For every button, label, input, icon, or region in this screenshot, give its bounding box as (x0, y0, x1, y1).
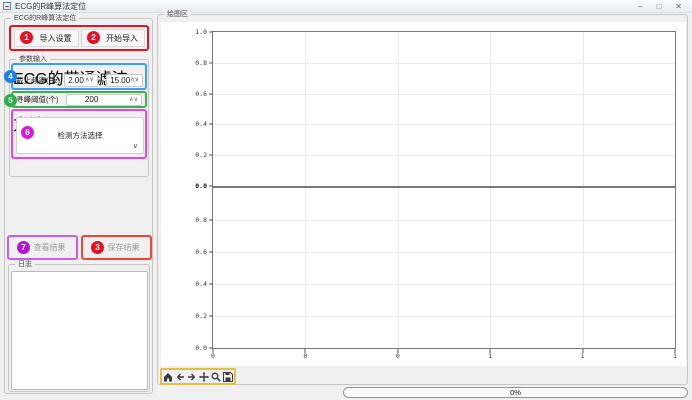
subplot-bottom[interactable]: 0.80.60.40.20.0000111 (212, 187, 676, 349)
x-tick-label: 0 (211, 352, 215, 360)
badge-6: 6 (21, 126, 34, 139)
import-annotation-box: 导入设置 开始导入 1 2 (9, 25, 149, 51)
peak-threshold-spinbox[interactable]: 200 ∧∨ (66, 94, 143, 106)
cutoff-high-value: 15.00 (110, 76, 130, 85)
method-annotation-box: 方法设置 检测方法选择 ∨ 6 (11, 109, 147, 159)
spinner-arrows-icon[interactable]: ∧∨ (85, 77, 94, 83)
y-tick-label: 1.0 (195, 28, 207, 36)
app-icon (3, 2, 11, 10)
x-tick-label: 1 (581, 352, 585, 360)
minimize-button[interactable]: – (638, 2, 642, 11)
gridline (213, 63, 675, 64)
cutoff-high-spinbox[interactable]: 15.00 ∧∨ (106, 74, 143, 87)
y-tick-label: 0.8 (195, 59, 207, 67)
y-tick-mark (209, 220, 213, 221)
import-settings-label: 导入设置 (40, 33, 72, 44)
spinner-arrows-icon[interactable]: ∧∨ (130, 77, 139, 83)
gridline (213, 155, 675, 156)
gridline (490, 188, 491, 348)
spinner-arrows-icon[interactable]: ∧∨ (129, 97, 138, 103)
gridline (398, 32, 399, 186)
x-tick-label: 0 (396, 352, 400, 360)
method-combobox-label: 检测方法选择 (58, 131, 103, 140)
save-icon[interactable] (222, 371, 233, 383)
x-tick-label: 1 (673, 352, 677, 360)
params-group: 参数输入 ECG的带通滤波 截止频率(Hz): 2.00 ∧∨ ~ 15.00 … (9, 59, 149, 177)
y-tick-label: 0.8 (195, 216, 207, 224)
badge-7: 7 (17, 241, 30, 254)
gridline (213, 284, 675, 285)
y-tick-mark (209, 284, 213, 285)
title-bar: ECG的R峰算法定位 – □ ✕ (0, 0, 692, 13)
view-result-annotation-box: 查看结果 7 (7, 235, 78, 260)
gridline (305, 32, 306, 186)
plot-panel-title: 绘图区 (164, 10, 191, 19)
y-tick-mark (209, 62, 213, 63)
cutoff-frequency-label: 截止频率(Hz): (16, 75, 62, 86)
y-tick-mark (209, 124, 213, 125)
gridline (213, 252, 675, 253)
window-title: ECG的R峰算法定位 (15, 1, 86, 12)
back-arrow-icon[interactable] (175, 371, 186, 383)
plot-canvas[interactable]: 1.00.80.60.40.20.0 0.80.60.40.20.0000111 (161, 22, 686, 366)
log-textarea[interactable] (11, 271, 148, 390)
cutoff-low-value: 2.00 (68, 76, 84, 85)
y-tick-label: 0.2 (195, 312, 207, 320)
peak-threshold-label: 寻峰阈值(个) (16, 94, 59, 105)
y-tick-mark (209, 316, 213, 317)
x-tick-label: 0 (303, 352, 307, 360)
chevron-down-icon[interactable]: ∨ (133, 142, 138, 150)
view-result-label: 查看结果 (34, 242, 66, 253)
range-separator: ~ (100, 76, 104, 85)
gridline (213, 94, 675, 95)
badge-2: 2 (87, 31, 100, 44)
pan-icon[interactable] (198, 371, 209, 383)
gridline (213, 124, 675, 125)
gridline (213, 220, 675, 221)
gridline (398, 188, 399, 348)
gridline (583, 32, 584, 186)
badge-3: 3 (91, 241, 104, 254)
forward-arrow-icon[interactable] (187, 371, 198, 383)
badge-4: 4 (4, 70, 17, 83)
y-tick-mark (209, 155, 213, 156)
y-tick-label: 0.0 (195, 182, 207, 190)
peak-threshold-value: 200 (85, 95, 98, 104)
y-tick-label: 0.0 (195, 344, 207, 352)
save-result-annotation-box: 保存结果 3 (81, 235, 152, 260)
gridline (213, 316, 675, 317)
method-combobox[interactable]: 检测方法选择 ∨ (16, 117, 144, 154)
log-group-title: 日志 (15, 260, 35, 269)
cutoff-low-spinbox[interactable]: 2.00 ∧∨ (64, 74, 98, 87)
home-icon[interactable] (163, 371, 174, 383)
y-tick-mark (209, 32, 213, 33)
save-result-label: 保存结果 (108, 242, 140, 253)
gridline (583, 188, 584, 348)
progress-text: 0% (510, 388, 521, 397)
x-tick-label: 1 (488, 352, 492, 360)
progress-bar: 0% (343, 387, 688, 398)
gridline (305, 188, 306, 348)
y-tick-mark (209, 252, 213, 253)
y-tick-label: 0.6 (195, 248, 207, 256)
badge-5: 5 (4, 94, 17, 107)
peak-threshold-annotation-box: 寻峰阈值(个) 200 ∧∨ (11, 91, 147, 108)
bandpass-annotation-box: ECG的带通滤波 截止频率(Hz): 2.00 ∧∨ ~ 15.00 ∧∨ (11, 63, 147, 90)
maximize-button[interactable]: □ (656, 2, 661, 11)
plot-toolbar (160, 368, 236, 385)
badge-1: 1 (20, 31, 33, 44)
log-group: 日志 (8, 264, 150, 392)
y-tick-label: 0.4 (195, 120, 207, 128)
close-button[interactable]: ✕ (675, 2, 682, 11)
zoom-icon[interactable] (210, 371, 221, 383)
gridline (490, 32, 491, 186)
left-panel-title: ECG的R峰算法定位 (11, 14, 79, 23)
y-tick-mark (209, 93, 213, 94)
start-import-label: 开始导入 (106, 33, 138, 44)
y-tick-label: 0.6 (195, 90, 207, 98)
left-panel-group: ECG的R峰算法定位 导入设置 开始导入 1 2 参数输入 ECG的带通滤波 截… (4, 18, 153, 394)
subplot-top[interactable]: 1.00.80.60.40.20.0 (212, 31, 676, 187)
y-tick-label: 0.4 (195, 280, 207, 288)
y-tick-label: 0.2 (195, 151, 207, 159)
